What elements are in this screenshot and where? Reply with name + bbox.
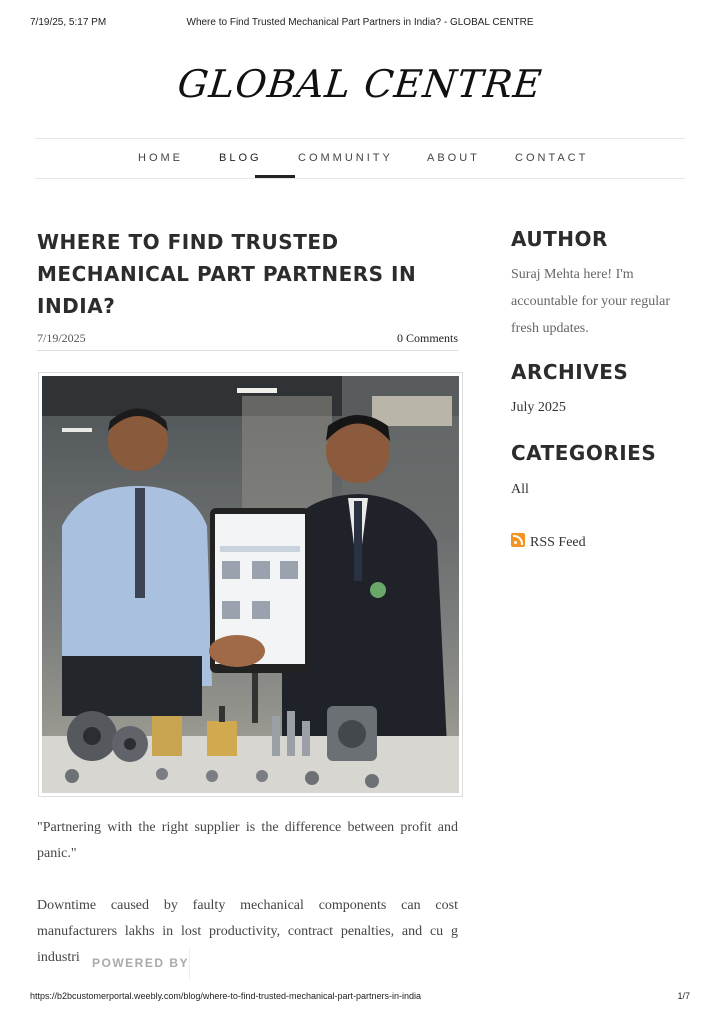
rss-feed-label: RSS Feed <box>530 535 586 550</box>
nav-active-indicator <box>255 175 295 178</box>
rss-feed-link[interactable]: RSS Feed <box>511 533 586 551</box>
post-meta: 7/19/2025 0 Comments <box>37 331 458 351</box>
print-url: https://b2bcustomerportal.weebly.com/blo… <box>30 991 422 1001</box>
main-nav: HOME BLOG COMMUNITY ABOUT CONTACT <box>35 138 685 179</box>
nav-contact[interactable]: CONTACT <box>515 152 588 164</box>
nav-home[interactable]: HOME <box>138 152 183 164</box>
print-doc-title: Where to Find Trusted Mechanical Part Pa… <box>186 17 534 28</box>
print-page-number: 1/7 <box>677 991 690 1001</box>
nav-about[interactable]: ABOUT <box>427 152 480 164</box>
post-image <box>38 372 463 797</box>
archive-link-july-2025[interactable]: July 2025 <box>511 400 566 416</box>
author-heading: AUTHOR <box>511 227 608 251</box>
site-logo[interactable]: GLOBAL CENTRE <box>0 62 720 106</box>
author-text: Suraj Mehta here! I'm accountable for yo… <box>511 267 670 336</box>
post-comments-link[interactable]: 0 Comments <box>397 331 458 346</box>
category-link-all[interactable]: All <box>511 482 529 498</box>
handshake-photo <box>42 376 459 793</box>
categories-heading: CATEGORIES <box>511 441 657 465</box>
badge-cover <box>190 947 305 977</box>
post-quote: "Partnering with the right supplier is t… <box>37 820 458 861</box>
archives-heading: ARCHIVES <box>511 360 629 384</box>
rss-icon <box>511 533 525 547</box>
post-date[interactable]: 7/19/2025 <box>37 331 86 346</box>
nav-blog[interactable]: BLOG <box>219 152 262 164</box>
powered-by-badge[interactable]: POWERED BY <box>80 947 190 981</box>
nav-community[interactable]: COMMUNITY <box>298 152 393 164</box>
post-title[interactable]: WHERE TO FIND TRUSTED MECHANICAL PART PA… <box>37 226 457 322</box>
